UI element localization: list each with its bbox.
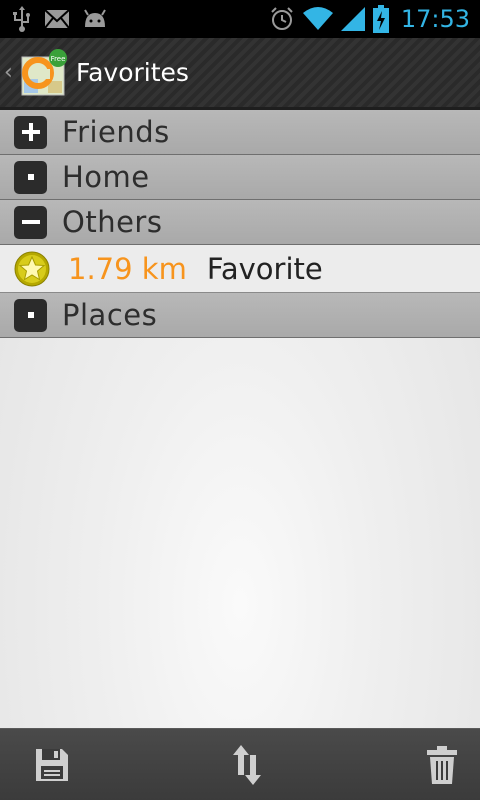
sort-icon bbox=[233, 744, 261, 785]
star-icon bbox=[14, 251, 50, 287]
status-right-icons: 17:53 bbox=[269, 5, 470, 33]
gmail-icon bbox=[44, 9, 70, 29]
save-button[interactable] bbox=[28, 741, 76, 789]
empty-group-icon bbox=[14, 160, 47, 194]
trash-icon bbox=[427, 745, 457, 784]
signal-icon bbox=[340, 7, 365, 31]
collapse-minus-icon bbox=[14, 205, 47, 239]
favorite-name: Favorite bbox=[206, 251, 323, 286]
android-icon bbox=[82, 9, 108, 29]
app-logo-icon: Free bbox=[21, 48, 67, 95]
group-places[interactable]: Places bbox=[0, 293, 480, 338]
group-friends[interactable]: Friends bbox=[0, 110, 480, 155]
group-label: Friends bbox=[62, 115, 170, 149]
delete-button[interactable] bbox=[418, 741, 466, 789]
alarm-icon bbox=[269, 6, 295, 32]
wifi-icon bbox=[302, 7, 333, 31]
app-logo[interactable]: Free bbox=[20, 48, 68, 97]
save-icon bbox=[36, 748, 68, 781]
expand-plus-icon bbox=[14, 115, 47, 149]
group-label: Home bbox=[62, 160, 150, 194]
up-navigation-icon[interactable]: ‹ bbox=[4, 60, 18, 85]
usb-icon bbox=[12, 6, 32, 32]
status-bar: 17:53 bbox=[0, 0, 480, 38]
group-home[interactable]: Home bbox=[0, 155, 480, 200]
empty-group-icon bbox=[14, 298, 47, 332]
group-label: Others bbox=[62, 205, 163, 239]
favorites-list: Friends Home Others 1.79 km Favorite Pla… bbox=[0, 110, 480, 728]
bottom-toolbar bbox=[0, 728, 480, 800]
sort-button[interactable] bbox=[223, 741, 271, 789]
action-bar: ‹ Free Favorites bbox=[0, 38, 480, 110]
favorite-distance: 1.79 km bbox=[68, 251, 187, 286]
battery-charging-icon bbox=[372, 5, 389, 33]
group-others[interactable]: Others bbox=[0, 200, 480, 245]
status-time: 17:53 bbox=[400, 5, 470, 33]
logo-badge-text: Free bbox=[51, 55, 66, 63]
group-label: Places bbox=[62, 298, 158, 332]
status-left-icons bbox=[12, 6, 108, 32]
favorite-item[interactable]: 1.79 km Favorite bbox=[0, 245, 480, 293]
page-title: Favorites bbox=[76, 58, 189, 87]
